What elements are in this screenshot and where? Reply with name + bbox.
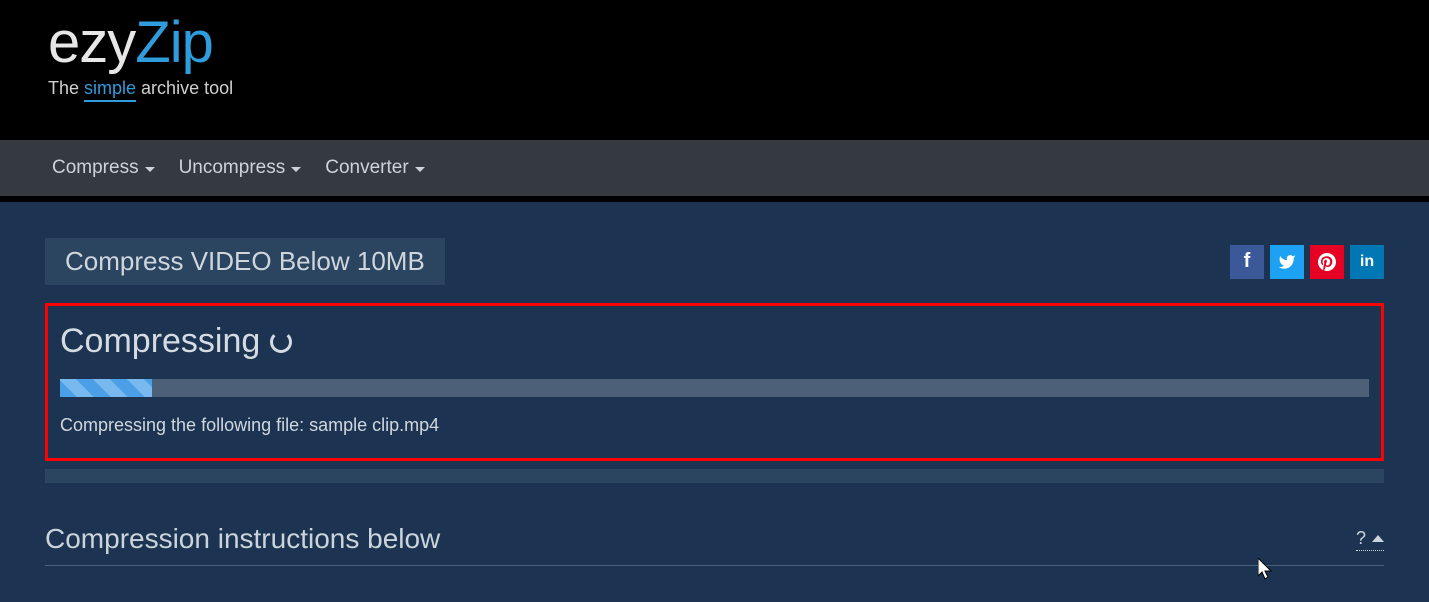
help-label: ? bbox=[1356, 528, 1366, 549]
tag-prefix: The bbox=[48, 78, 84, 98]
main-navbar: Compress Uncompress Converter bbox=[0, 138, 1429, 202]
share-pinterest-button[interactable] bbox=[1310, 245, 1344, 279]
progress-panel: Compressing Compressing the following fi… bbox=[45, 303, 1384, 461]
progress-heading-text: Compressing bbox=[60, 322, 260, 361]
logo[interactable]: ezyZip The simple archive tool bbox=[48, 14, 1429, 102]
header-bar: ezyZip The simple archive tool bbox=[0, 0, 1429, 138]
progress-heading: Compressing bbox=[60, 322, 1369, 361]
nav-label: Converter bbox=[325, 157, 408, 179]
nav-converter[interactable]: Converter bbox=[321, 151, 428, 185]
facebook-icon: f bbox=[1244, 250, 1251, 273]
tag-suffix: archive tool bbox=[136, 78, 233, 98]
share-twitter-button[interactable] bbox=[1270, 245, 1304, 279]
tag-highlight: simple bbox=[84, 78, 136, 102]
linkedin-icon: in bbox=[1360, 253, 1374, 271]
instructions-toggle[interactable]: ? bbox=[1356, 528, 1384, 551]
divider-bar bbox=[45, 469, 1384, 483]
nav-compress[interactable]: Compress bbox=[48, 151, 159, 185]
logo-part-ezy: ezy bbox=[48, 10, 135, 75]
nav-label: Uncompress bbox=[179, 157, 286, 179]
progress-fill bbox=[60, 379, 152, 397]
logo-text: ezyZip bbox=[48, 14, 1429, 72]
nav-label: Compress bbox=[52, 157, 139, 179]
logo-tagline: The simple archive tool bbox=[48, 78, 1429, 102]
title-row: Compress VIDEO Below 10MB f in bbox=[45, 238, 1384, 285]
twitter-icon bbox=[1278, 253, 1296, 271]
share-linkedin-button[interactable]: in bbox=[1350, 245, 1384, 279]
pinterest-icon bbox=[1318, 253, 1336, 271]
chevron-up-icon bbox=[1372, 535, 1384, 542]
nav-uncompress[interactable]: Uncompress bbox=[175, 151, 306, 185]
social-share-row: f in bbox=[1230, 245, 1384, 279]
instructions-header: Compression instructions below ? bbox=[45, 523, 1384, 566]
instructions-title: Compression instructions below bbox=[45, 523, 440, 555]
progress-bar bbox=[60, 379, 1369, 397]
spinner-icon bbox=[270, 331, 292, 353]
chevron-down-icon bbox=[415, 167, 425, 172]
share-facebook-button[interactable]: f bbox=[1230, 245, 1264, 279]
logo-part-zip: Zip bbox=[135, 10, 213, 75]
chevron-down-icon bbox=[145, 167, 155, 172]
main-content: Compress VIDEO Below 10MB f in Compressi… bbox=[0, 202, 1429, 566]
chevron-down-icon bbox=[291, 167, 301, 172]
page-title: Compress VIDEO Below 10MB bbox=[45, 238, 445, 285]
progress-status-text: Compressing the following file: sample c… bbox=[60, 415, 1369, 436]
